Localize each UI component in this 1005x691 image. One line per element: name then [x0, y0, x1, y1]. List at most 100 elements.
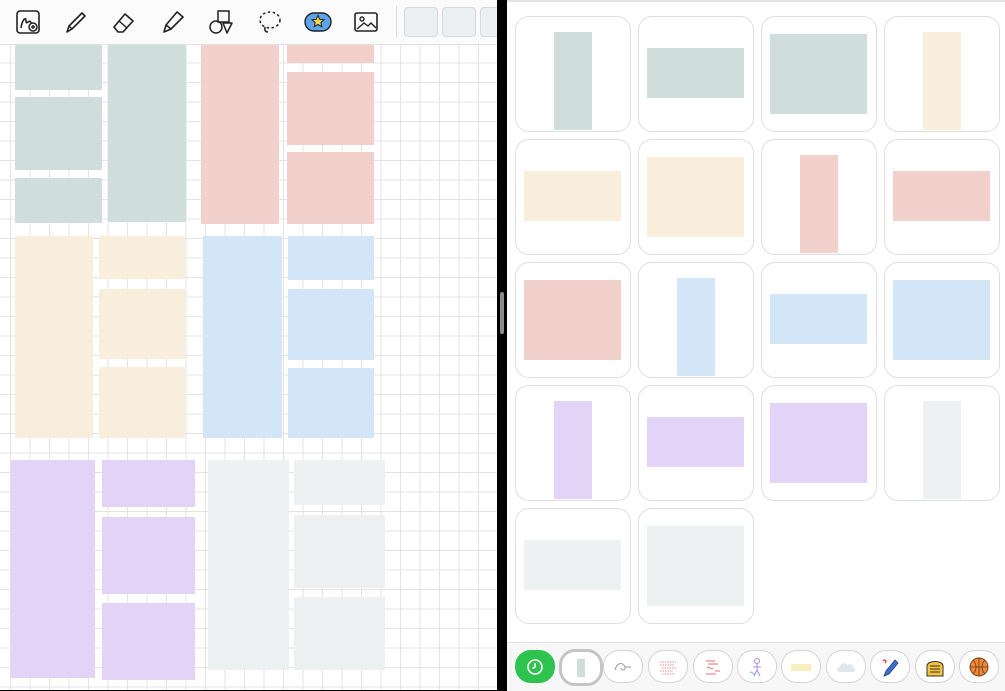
pen-tool[interactable]: [58, 5, 94, 39]
sticker-preview-green: [770, 34, 867, 114]
sticker-card-gray-wide[interactable]: [515, 508, 631, 624]
sticky-note-red[interactable]: [287, 152, 374, 224]
red-notes-category-icon: [660, 661, 676, 674]
sticker-card-purple-tall[interactable]: [515, 385, 631, 501]
sticker-preview-yellow: [524, 171, 621, 221]
lasso-select-icon: [259, 11, 281, 33]
category-purple-figure[interactable]: [737, 650, 777, 683]
shapes-tool[interactable]: [203, 5, 239, 39]
canvas-panel[interactable]: [0, 0, 497, 690]
sticky-notes-category-icon: [577, 658, 585, 677]
sticker-card-purple-wide[interactable]: [638, 385, 754, 501]
category-basketball[interactable]: [959, 650, 999, 683]
image-tool[interactable]: [348, 5, 384, 39]
sticker-card-red-square[interactable]: [515, 262, 631, 378]
sticky-note-gray[interactable]: [294, 460, 385, 505]
category-cloud[interactable]: [826, 650, 866, 683]
sticky-note-gray[interactable]: [294, 515, 385, 588]
lasso-draw-tool[interactable]: [10, 5, 46, 39]
sticker-card-purple-square[interactable]: [761, 385, 877, 501]
note-swatch-square[interactable]: [404, 7, 438, 37]
sticker-card-green-tall[interactable]: [515, 16, 631, 132]
sticker-card-green-wide[interactable]: [638, 16, 754, 132]
sticky-note-purple[interactable]: [102, 517, 195, 594]
lasso-select-tool[interactable]: [252, 5, 288, 39]
sticker-preview-purple: [770, 403, 867, 483]
category-red-notes[interactable]: [648, 650, 688, 683]
sticker-preview-yellow: [647, 157, 744, 237]
drawing-toolbar: [0, 0, 497, 45]
sticky-note-red[interactable]: [201, 40, 279, 224]
sticky-note-purple[interactable]: [11, 460, 95, 678]
sticky-note-yellow[interactable]: [99, 289, 185, 359]
sticker-category-bar: [507, 642, 1005, 691]
yellow-tape-category-icon: [791, 663, 811, 671]
sticker-card-red-wide[interactable]: [884, 139, 1000, 255]
lasso-draw-icon: [16, 10, 40, 34]
sticker-preview-green: [647, 48, 744, 98]
sticker-card-red-tall[interactable]: [761, 139, 877, 255]
sticky-note-gray[interactable]: [208, 460, 289, 670]
category-recent[interactable]: [515, 650, 555, 683]
sticker-preview-red: [893, 171, 990, 221]
sticker-card-green-square[interactable]: [761, 16, 877, 132]
eraser-tool[interactable]: [106, 5, 142, 39]
category-yellow-badge[interactable]: [915, 650, 955, 683]
split-view-drag-handle[interactable]: [500, 292, 504, 334]
sticker-tool[interactable]: [300, 5, 336, 39]
shapes-icon: [209, 10, 233, 34]
sticky-note-green[interactable]: [15, 40, 102, 90]
sticky-note-gray[interactable]: [294, 597, 385, 670]
sticker-card-yellow-square[interactable]: [638, 139, 754, 255]
eraser-icon: [113, 13, 134, 33]
sticker-preview-blue: [770, 294, 867, 344]
sticker-card-blue-tall[interactable]: [638, 262, 754, 378]
sticker-card-yellow-wide[interactable]: [515, 139, 631, 255]
sticky-note-red[interactable]: [287, 72, 374, 145]
recent-clock-icon: [527, 658, 543, 675]
sticker-preview-gray: [647, 526, 744, 606]
panel-top-border: [507, 0, 1005, 2]
sticker-preview-purple: [554, 401, 592, 499]
sticky-note-blue[interactable]: [203, 236, 282, 438]
sticker-card-gray-square[interactable]: [638, 508, 754, 624]
sticky-note-yellow[interactable]: [99, 367, 185, 438]
sticker-library-panel: [507, 0, 1005, 691]
pen-sticker-category-icon: [882, 658, 899, 677]
line-doodle-category-icon: [614, 662, 631, 670]
category-red-doodles[interactable]: [693, 650, 733, 683]
sticky-note-purple[interactable]: [102, 460, 195, 507]
sticker-card-gray-tall[interactable]: [884, 385, 1000, 501]
category-sticky-notes[interactable]: [559, 649, 603, 686]
category-pen-sticker[interactable]: [870, 650, 910, 683]
pen-icon: [66, 12, 86, 33]
sticky-note-blue[interactable]: [288, 289, 374, 360]
sticker-preview-yellow: [923, 32, 961, 130]
note-swatch-partial[interactable]: [480, 7, 497, 37]
sticky-note-green[interactable]: [108, 40, 186, 222]
toolbar-divider: [396, 6, 397, 38]
sticky-note-blue[interactable]: [288, 236, 374, 280]
sticky-note-purple[interactable]: [102, 603, 195, 680]
sticker-preview-green: [554, 32, 592, 130]
sticker-card-yellow-tall[interactable]: [884, 16, 1000, 132]
cloud-category-icon: [837, 662, 856, 672]
basketball-category-icon: [969, 657, 989, 676]
sticky-note-green[interactable]: [15, 97, 102, 170]
sticky-note-yellow[interactable]: [15, 236, 93, 438]
note-swatch-wide[interactable]: [442, 7, 476, 37]
sticky-note-green[interactable]: [15, 178, 102, 223]
category-yellow-tape[interactable]: [781, 650, 821, 683]
sticker-card-blue-square[interactable]: [884, 262, 1000, 378]
sticker-card-blue-wide[interactable]: [761, 262, 877, 378]
sticker-preview-blue: [893, 280, 990, 360]
sticker-preview-purple: [647, 417, 744, 467]
sticker-preview-gray: [923, 401, 961, 499]
category-line-doodles[interactable]: [603, 650, 643, 683]
sticky-note-blue[interactable]: [288, 368, 374, 438]
highlighter-tool[interactable]: [155, 5, 191, 39]
sticker-preview-red: [800, 155, 838, 253]
split-view-divider: [497, 0, 507, 690]
purple-figure-category-icon: [749, 657, 761, 676]
sticky-note-yellow[interactable]: [99, 236, 185, 279]
